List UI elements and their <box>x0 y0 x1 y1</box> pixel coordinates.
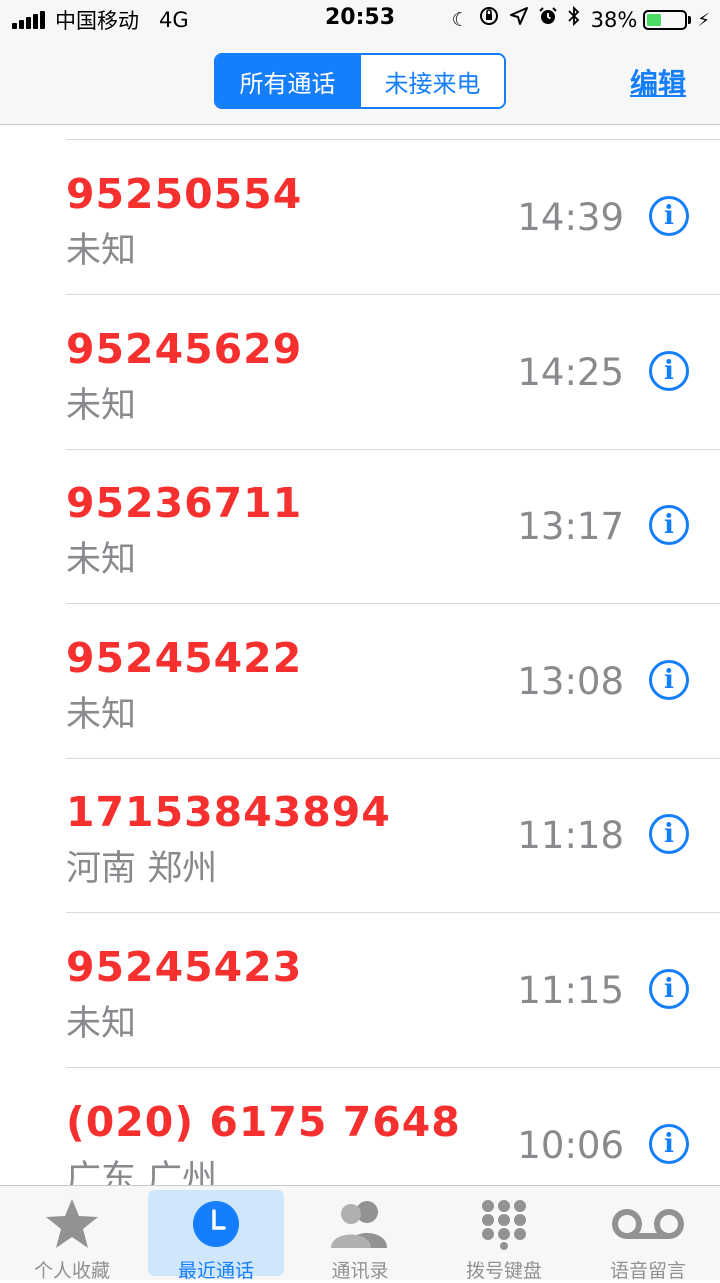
nav-bar: 所有通话 未接来电 编辑 <box>0 40 720 125</box>
call-time: 13:17 <box>517 505 624 548</box>
tab-label: 通讯录 <box>331 1260 389 1282</box>
bluetooth-icon <box>567 5 581 35</box>
moon-icon: ☾ <box>451 9 469 31</box>
call-time: 14:39 <box>517 196 624 239</box>
charging-bolt-icon: ⚡︎ <box>697 9 710 31</box>
call-row[interactable]: 95245629 未知 14:25 i <box>0 295 720 450</box>
segment-all-calls[interactable]: 所有通话 <box>216 55 359 107</box>
info-icon[interactable]: i <box>649 660 689 700</box>
tab-keypad[interactable]: 拨号键盘 <box>436 1190 572 1282</box>
keypad-icon <box>436 1196 572 1252</box>
call-number: 95245629 <box>66 325 303 373</box>
call-number: 95245423 <box>66 943 303 991</box>
clock-icon <box>148 1196 284 1252</box>
tab-label: 语音留言 <box>609 1260 686 1282</box>
battery-percent: 38% <box>590 8 638 32</box>
info-icon[interactable]: i <box>649 351 689 391</box>
tab-voicemail[interactable]: 语音留言 <box>580 1190 716 1282</box>
voicemail-icon <box>580 1196 716 1252</box>
edit-button[interactable]: 编辑 <box>630 62 686 102</box>
call-row[interactable]: 95236711 未知 13:17 i <box>0 449 720 604</box>
tab-contacts[interactable]: 通讯录 <box>292 1190 428 1282</box>
call-location: 未知 <box>66 540 137 580</box>
info-icon[interactable]: i <box>649 1124 689 1164</box>
call-location: 河南 郑州 <box>66 849 218 889</box>
info-icon[interactable]: i <box>649 196 689 236</box>
call-time: 13:08 <box>517 660 624 703</box>
call-row[interactable]: 95245422 未知 13:08 i <box>0 604 720 759</box>
tab-label: 最近通话 <box>177 1260 254 1282</box>
call-row[interactable]: 17153843894 河南 郑州 11:18 i <box>0 758 720 913</box>
call-time: 10:06 <box>517 1124 624 1167</box>
call-location: 未知 <box>66 231 137 271</box>
segment-missed-calls[interactable]: 未接来电 <box>359 55 504 107</box>
orientation-lock-icon <box>478 5 500 35</box>
call-location: 广东 广州 <box>66 1159 218 1185</box>
call-number: 95245422 <box>66 634 303 682</box>
call-number: 17153843894 <box>66 788 391 836</box>
tab-label: 个人收藏 <box>33 1260 110 1282</box>
call-time: 14:25 <box>517 351 624 394</box>
call-location: 未知 <box>66 695 137 735</box>
call-location: 未知 <box>66 386 137 426</box>
call-filter-segmented-control: 所有通话 未接来电 <box>214 53 506 109</box>
battery-level-fill <box>647 14 662 26</box>
tab-favorites[interactable]: 个人收藏 <box>4 1190 140 1282</box>
info-icon[interactable]: i <box>649 505 689 545</box>
tab-bar: 个人收藏 最近通话 通讯录 拨号键盘 语音留言 <box>0 1185 720 1282</box>
tab-recents[interactable]: 最近通话 <box>148 1190 284 1282</box>
recent-calls-list: 95250554 未知 14:39 i 95245629 未知 14:25 i … <box>0 125 720 1185</box>
battery-icon <box>643 10 688 30</box>
call-number: 95236711 <box>66 479 303 527</box>
status-bar: 中国移动 4G 20:53 ☾ 38% ⚡︎ <box>0 0 720 40</box>
location-arrow-icon <box>509 6 529 34</box>
call-row[interactable]: 95250554 未知 14:39 i <box>0 140 720 295</box>
call-row[interactable]: (020) 6175 7648 广东 广州 10:06 i <box>0 1068 720 1185</box>
call-number: 95250554 <box>66 170 303 218</box>
tab-label: 拨号键盘 <box>465 1260 542 1282</box>
battery-cap <box>688 16 692 24</box>
call-row[interactable]: 95245423 未知 11:15 i <box>0 913 720 1068</box>
call-time: 11:15 <box>517 969 624 1012</box>
alarm-icon <box>538 6 558 34</box>
call-location: 未知 <box>66 1004 137 1044</box>
info-icon[interactable]: i <box>649 814 689 854</box>
info-icon[interactable]: i <box>649 969 689 1009</box>
star-icon <box>4 1196 140 1252</box>
call-time: 11:18 <box>517 814 624 857</box>
contacts-icon <box>292 1196 428 1252</box>
call-number: (020) 6175 7648 <box>66 1098 461 1146</box>
